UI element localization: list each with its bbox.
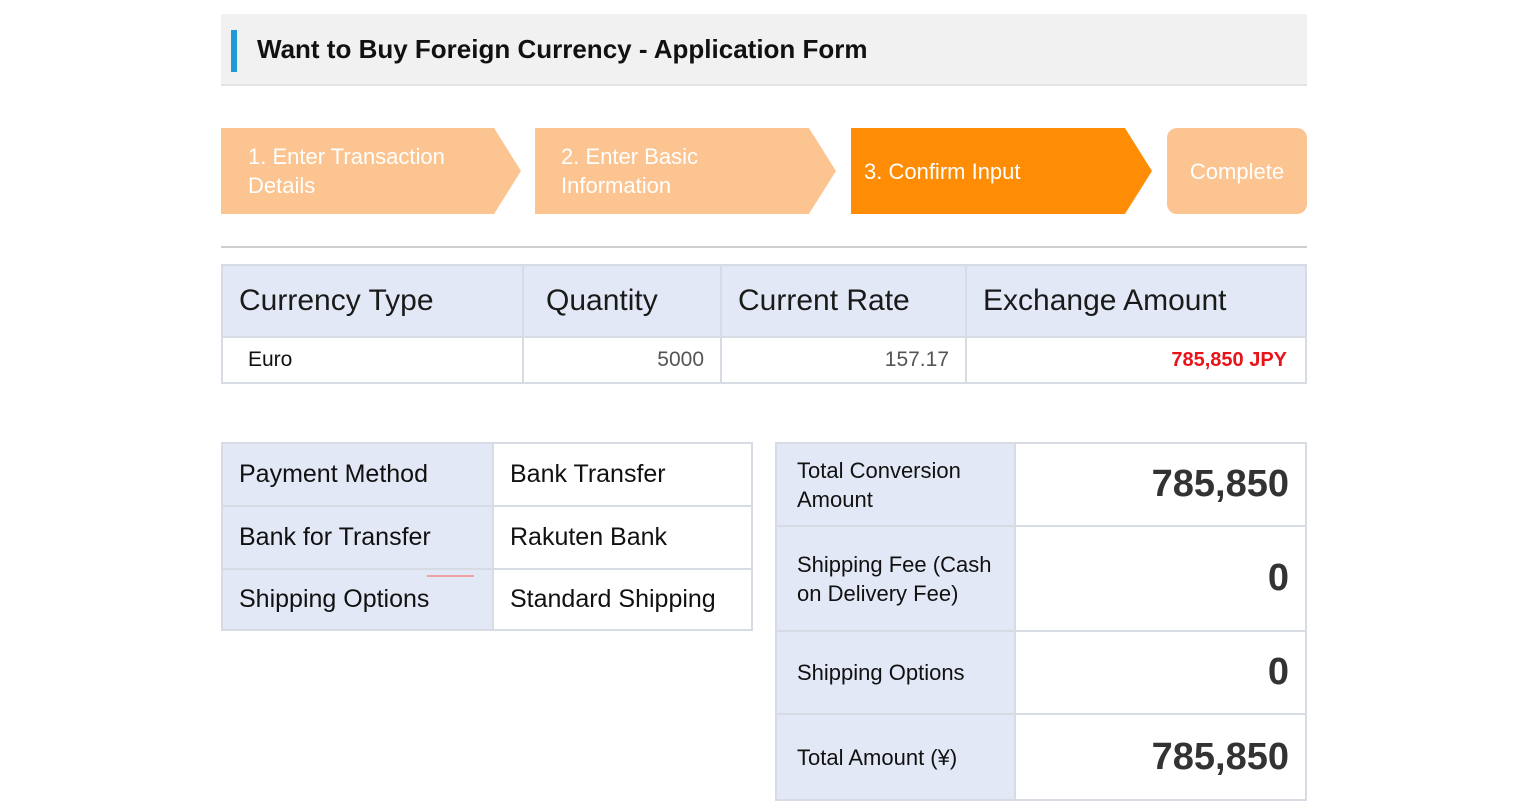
table-row: Shipping Options 0 — [775, 630, 1307, 715]
label-total-conversion-amount: Total Conversion Amount — [775, 442, 1016, 527]
cell-currency-type: Euro — [221, 336, 524, 384]
step-confirm-input: 3. Confirm Input — [851, 128, 1152, 214]
step-label: 2. Enter Basic Information — [561, 144, 698, 198]
col-header-currency-type: Currency Type — [221, 264, 524, 338]
col-header-exchange-amount: Exchange Amount — [965, 264, 1307, 338]
table-row: Bank for Transfer Rakuten Bank — [221, 505, 753, 570]
step-label: 1. Enter Transaction Details — [248, 144, 445, 198]
value-shipping-fee: 0 — [1014, 525, 1307, 632]
table-row: Payment Method Bank Transfer — [221, 442, 753, 507]
page-header: Want to Buy Foreign Currency - Applicati… — [221, 14, 1307, 86]
value-shipping-options: Standard Shipping — [492, 568, 753, 631]
table-row: Total Conversion Amount 785,850 — [775, 442, 1307, 527]
step-label: 3. Confirm Input — [864, 158, 1021, 184]
step-enter-transaction-details: 1. Enter Transaction Details — [221, 128, 521, 214]
value-bank-for-transfer: Rakuten Bank — [492, 505, 753, 570]
cell-quantity: 5000 — [522, 336, 722, 384]
label-shipping-options-fee: Shipping Options — [775, 630, 1016, 715]
table-header-row: Currency Type Quantity Current Rate Exch… — [221, 264, 1307, 338]
section-divider — [221, 246, 1307, 248]
table-row: Euro 5000 157.17 785,850 JPY — [221, 336, 1307, 384]
value-shipping-options-fee: 0 — [1014, 630, 1307, 715]
exchange-rate-table: Currency Type Quantity Current Rate Exch… — [221, 264, 1307, 384]
table-row: Shipping Options Standard Shipping — [221, 568, 753, 631]
step-enter-basic-information: 2. Enter Basic Information — [535, 128, 836, 214]
red-underline-mark — [427, 575, 474, 577]
label-bank-for-transfer: Bank for Transfer — [221, 505, 494, 570]
label-shipping-options: Shipping Options — [221, 568, 494, 631]
label-payment-method: Payment Method — [221, 442, 494, 507]
label-total-amount: Total Amount (¥) — [775, 713, 1016, 801]
table-row: Shipping Fee (Cash on Delivery Fee) 0 — [775, 525, 1307, 632]
table-row: Total Amount (¥) 785,850 — [775, 713, 1307, 801]
cell-current-rate: 157.17 — [720, 336, 967, 384]
col-header-current-rate: Current Rate — [720, 264, 967, 338]
label-shipping-fee: Shipping Fee (Cash on Delivery Fee) — [775, 525, 1016, 632]
value-total-conversion-amount: 785,850 — [1014, 442, 1307, 527]
step-label: Complete — [1189, 158, 1285, 184]
title-accent-bar — [231, 30, 237, 72]
step-complete: Complete — [1167, 128, 1307, 214]
payment-details-table: Payment Method Bank Transfer Bank for Tr… — [221, 442, 753, 631]
cell-exchange-amount: 785,850 JPY — [965, 336, 1307, 384]
value-total-amount: 785,850 — [1014, 713, 1307, 801]
payment-summary-table: Total Conversion Amount 785,850 Shipping… — [775, 442, 1307, 801]
col-header-quantity: Quantity — [522, 264, 722, 338]
value-payment-method: Bank Transfer — [492, 442, 753, 507]
page-title: Want to Buy Foreign Currency - Applicati… — [257, 34, 868, 64]
